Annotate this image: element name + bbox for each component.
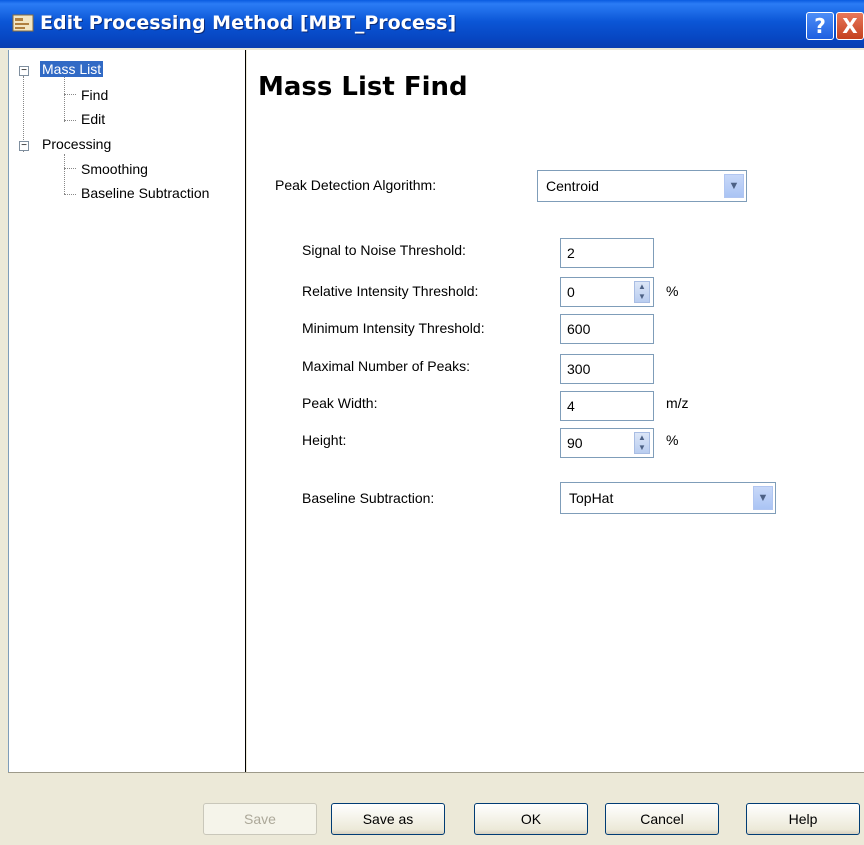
app-icon (12, 14, 34, 32)
navigation-tree: − Mass List Find Edit − Processing Smoot… (8, 50, 246, 772)
relative-intensity-value: 0 (567, 284, 575, 300)
tree-connector (64, 154, 65, 194)
tree-item-edit[interactable]: Edit (79, 111, 107, 127)
baseline-subtraction-value: TopHat (569, 490, 614, 506)
peak-detection-value: Centroid (546, 178, 599, 194)
minimum-intensity-input[interactable]: 600 (560, 314, 654, 344)
tree-item-mass-list[interactable]: Mass List (40, 61, 104, 77)
tree-connector (64, 120, 76, 121)
max-peaks-label: Maximal Number of Peaks: (302, 358, 471, 374)
relative-intensity-stepper[interactable]: 0 ▲ ▼ (560, 277, 654, 307)
relative-intensity-unit: % (666, 283, 679, 299)
edit-processing-method-dialog: Edit Processing Method [MBT_Process] ? X… (0, 0, 864, 845)
tree-item-find[interactable]: Find (79, 87, 110, 103)
spinner-arrows-icon[interactable]: ▲ ▼ (634, 281, 650, 303)
tree-item-baseline-subtraction[interactable]: Baseline Subtraction (79, 185, 211, 201)
ok-button[interactable]: OK (474, 803, 588, 835)
chevron-down-icon[interactable]: ▼ (753, 486, 773, 510)
baseline-subtraction-dropdown[interactable]: TopHat ▼ (560, 482, 776, 514)
peak-width-input[interactable]: 4 (560, 391, 654, 421)
height-value: 90 (567, 435, 583, 451)
max-peaks-input[interactable]: 300 (560, 354, 654, 384)
title-bar[interactable]: Edit Processing Method [MBT_Process] ? X (0, 0, 864, 48)
peak-detection-label: Peak Detection Algorithm: (275, 177, 437, 193)
collapse-icon[interactable]: − (19, 66, 29, 76)
tree-connector (64, 70, 65, 122)
peak-width-unit: m/z (666, 395, 689, 411)
peak-detection-dropdown[interactable]: Centroid ▼ (537, 170, 747, 202)
settings-panel: Mass List Find Peak Detection Algorithm:… (247, 50, 864, 772)
help-icon[interactable]: ? (806, 12, 834, 40)
spinner-arrows-icon[interactable]: ▲ ▼ (634, 432, 650, 454)
height-label: Height: (302, 432, 347, 448)
collapse-icon[interactable]: − (19, 141, 29, 151)
close-icon[interactable]: X (836, 12, 864, 40)
tree-item-processing[interactable]: Processing (40, 136, 113, 152)
cancel-button[interactable]: Cancel (605, 803, 719, 835)
height-stepper[interactable]: 90 ▲ ▼ (560, 428, 654, 458)
tree-item-smoothing[interactable]: Smoothing (79, 161, 150, 177)
relative-intensity-label: Relative Intensity Threshold: (302, 283, 479, 299)
save-as-button[interactable]: Save as (331, 803, 445, 835)
page-title: Mass List Find (258, 72, 468, 102)
tree-connector (64, 168, 76, 169)
help-button[interactable]: Help (746, 803, 860, 835)
minimum-intensity-label: Minimum Intensity Threshold: (302, 320, 485, 336)
signal-noise-label: Signal to Noise Threshold: (302, 242, 466, 258)
tree-connector (64, 94, 76, 95)
tree-connector (64, 194, 76, 195)
chevron-down-icon[interactable]: ▼ (724, 174, 744, 198)
height-unit: % (666, 432, 679, 448)
save-button[interactable]: Save (203, 803, 317, 835)
peak-width-label: Peak Width: (302, 395, 378, 411)
signal-noise-input[interactable]: 2 (560, 238, 654, 268)
window-title: Edit Processing Method [MBT_Process] (40, 12, 457, 34)
button-bar: Save Save as OK Cancel Help (8, 772, 864, 845)
baseline-subtraction-label: Baseline Subtraction: (302, 490, 435, 506)
